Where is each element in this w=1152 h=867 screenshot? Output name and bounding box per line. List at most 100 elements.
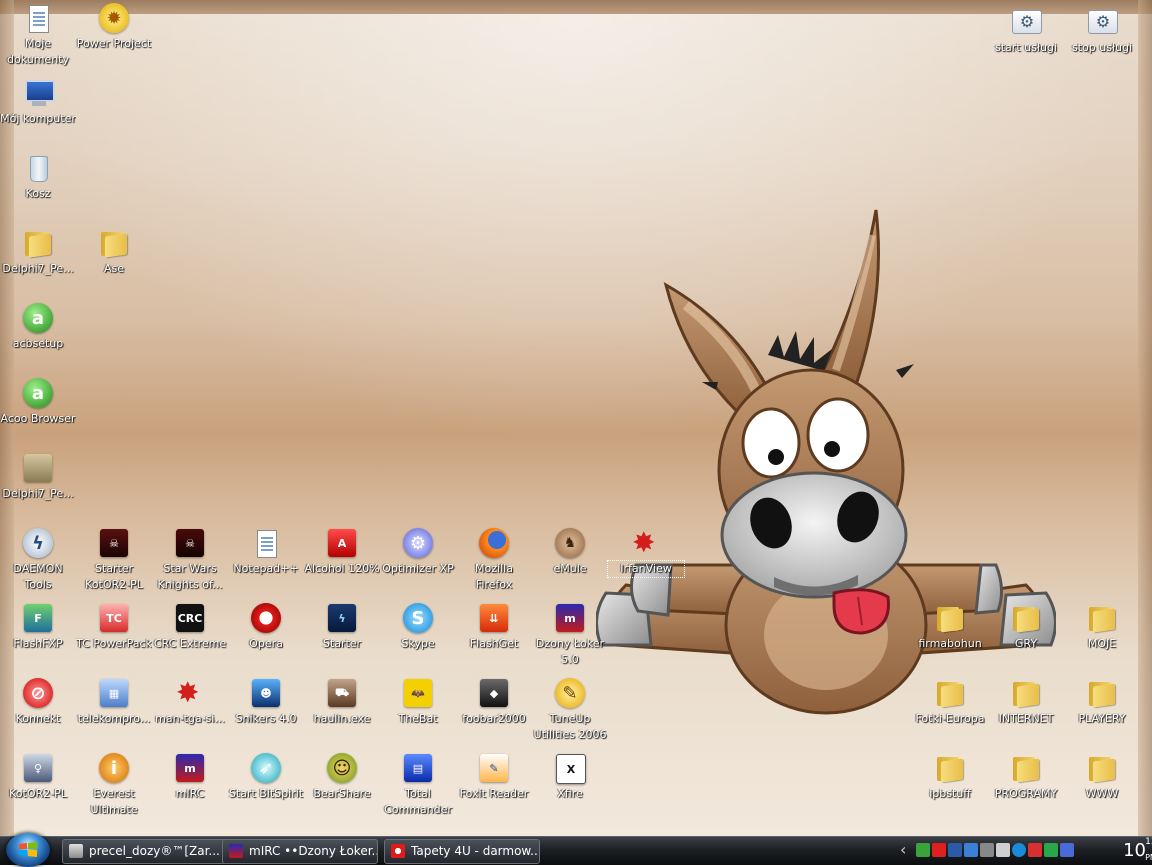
desktop-icon-playery[interactable]: PLAYERY [1064,677,1140,727]
desktop-icon-label: Delphi7_Pe... [2,487,74,500]
desktop-icon-label: Dzony Łoker 5.0 [535,637,605,666]
tray-network-icon[interactable] [916,843,930,857]
desktop-icon-label: telekompro... [77,712,151,725]
desktop-icon-moje-dokumenty[interactable]: Moje dokumenty [0,2,76,68]
tray-shield-icon[interactable] [1060,843,1074,857]
desktop-icon-everest[interactable]: i Everest Ultimate [76,752,152,818]
firefox-icon [479,528,509,558]
desktop-icon-delphi7-1[interactable]: Delphi7_Pe... [0,227,76,277]
desktop-icon-flashget[interactable]: ⇊ FlashGet [456,602,532,652]
desktop-icon-notepad-plus[interactable]: Notepad++ [228,527,304,577]
desktop-icon-starter[interactable]: ϟ Starter [304,602,380,652]
desktop-icon-flashfxp[interactable]: F FlashFXP [0,602,76,652]
taskbar-button-tapety[interactable]: Tapety 4U - darmow... [384,839,540,864]
tray-volume-icon[interactable] [948,843,962,857]
desktop-icon-ipbstuff[interactable]: ipbstuff [912,752,988,802]
clock-ampm: PM [1145,853,1152,862]
power-project-icon: ✹ [99,3,129,33]
bitspirit-icon: ➶ [251,753,281,783]
desktop-icon-daemon-tools[interactable]: ϟ DAEMON Tools [0,527,76,593]
desktop-icon-label: Ase [103,262,125,275]
taskbar-button-mirc[interactable]: mIRC ••Dzony Łoker... [222,839,378,864]
desktop-icon-label: Optimizer XP [382,562,454,575]
windows-logo-icon [19,842,37,857]
tray-green-app-icon[interactable] [1044,843,1058,857]
desktop-icon-man-tga[interactable]: ✸ man-tga-si... [152,677,228,727]
desktop-icon-label: Moje dokumenty [7,37,69,66]
desktop-icon-label: haulin.exe [313,712,371,725]
desktop-icon-programy[interactable]: PROGRAMY [988,752,1064,802]
desktop-icon-kotor2-pl[interactable]: ♀ KotOR2-PL [0,752,76,802]
notepad-icon [257,530,277,558]
desktop-icon-www[interactable]: WWW [1064,752,1140,802]
desktop-icon-ase[interactable]: Ase [76,227,152,277]
desktop-icon-firmabohun[interactable]: firmabohun [912,602,988,652]
desktop-icon-star-wars-knights[interactable]: ☠ Star Wars Knights of... [152,527,228,593]
desktop-icon-gry[interactable]: GRY [988,602,1064,652]
tray-bluetooth-icon[interactable] [964,843,978,857]
desktop-icon-start-uslugi[interactable]: ⚙ start usługi [988,6,1064,56]
desktop-icon-telekompro[interactable]: ▦ telekompro... [76,677,152,727]
folder-icon [1013,757,1039,783]
desktop-icon-bearshare[interactable]: ☺ BearShare [304,752,380,802]
desktop-icon-mirc[interactable]: m mIRC [152,752,228,802]
desktop-icon-foxit-reader[interactable]: ✎ Foxit Reader [456,752,532,802]
desktop-icon-total-commander[interactable]: ▤ Total Commander [380,752,456,818]
desktop-icon-power-project[interactable]: ✹ Power Project [76,2,152,52]
desktop-icon-starter-kotor2[interactable]: ☠ Starter KotOR2-PL [76,527,152,593]
desktop-icon-optimizer-xp[interactable]: ⚙ Optimizer XP [380,527,456,577]
desktop-icon-emule[interactable]: ♞ eMule [532,527,608,577]
desktop-icon-acbsetup[interactable]: a acbsetup [0,302,76,352]
folder-icon [1013,682,1039,708]
tray-check-icon[interactable] [1012,843,1026,857]
desktop-icon-xfire[interactable]: X Xfire [532,752,608,802]
folder-icon [937,607,963,633]
desktop-icon-label: FlashGet [469,637,519,650]
desktop-icon-opera[interactable]: Opera [228,602,304,652]
tray-expand-chevron-icon[interactable]: ‹ [900,840,906,859]
tray-alcohol-icon[interactable] [932,843,946,857]
foxit-icon: ✎ [480,754,508,782]
desktop-icon-label: Star Wars Knights of... [157,562,223,591]
desktop-icon-mozilla-firefox[interactable]: Mozilla Firefox [456,527,532,593]
desktop-icon-kosz[interactable]: Kosz [0,152,76,202]
tray-antivirus-icon[interactable] [1028,843,1042,857]
desktop-icon-moje[interactable]: MOJE [1064,602,1140,652]
desktop-icon-snikers[interactable]: ☻ Snikers 4.0 [228,677,304,727]
crc-icon: CRC [176,604,204,632]
info-icon: i [99,753,129,783]
taskbar-button-precel[interactable]: precel_dozy®™[Zar... [62,839,240,864]
desktop-icon-acoo-browser[interactable]: a Acoo Browser [0,377,76,427]
irfanview-splat-icon: ✸ [176,676,200,709]
taskbar-button-label: Tapety 4U - darmow... [411,844,540,858]
desktop-icon-tc-powerpack[interactable]: TC TC PowerPack [76,602,152,652]
desktop-icon-stop-uslugi[interactable]: ⚙ stop usługi [1064,6,1140,56]
desktop-icon-tuneup[interactable]: ✎ TuneUp Utilities 2006 [532,677,608,743]
start-button[interactable] [6,833,50,867]
desktop-icon-moj-komputer[interactable]: Mój komputer [0,77,76,127]
desktop-icon-alcohol-120[interactable]: A Alcohol 120% [304,527,380,577]
desktop-icon-bitspirit[interactable]: ➶ Start BitSpirit [228,752,304,802]
tray-monitor-icon[interactable] [996,843,1010,857]
desktop-icon-label: Power Project [76,37,152,50]
mirc-icon: m [176,754,204,782]
taskbar-clock[interactable]: 10 13 PM [1123,837,1152,863]
desktop-icon-irfanview[interactable]: ✸ IrfanView [607,527,685,578]
taskbar-button-label: mIRC ••Dzony Łoker... [249,844,378,858]
desktop-icon-thebat[interactable]: 🦇 TheBat [380,677,456,727]
desktop-icon-delphi7-2[interactable]: Delphi7_Pe... [0,452,76,502]
folder-icon [101,232,127,258]
tray-daemon-icon[interactable] [980,843,994,857]
desktop-icon-label: Alcohol 120% [304,562,380,575]
desktop-icon-konnekt[interactable]: ⊘ Konnekt [0,677,76,727]
desktop-icon-internet[interactable]: INTERNET [988,677,1064,727]
desktop-icon-dzony-loker[interactable]: m Dzony Łoker 5.0 [532,602,608,668]
foobar-icon: ◆ [480,679,508,707]
desktop-icon-crc-extreme[interactable]: CRC CRC Extreme [152,602,228,652]
desktop-icon-label: Starter KotOR2-PL [85,562,143,591]
desktop-icon-foobar2000[interactable]: ◆ foobar2000 [456,677,532,727]
desktop-icon-fotki-europa[interactable]: Fotki-Europa [912,677,988,727]
desktop-icon-skype[interactable]: S Skype [380,602,456,652]
desktop[interactable]: Moje dokumenty ✹ Power Project Mój kompu… [0,0,1152,836]
desktop-icon-haulin[interactable]: ⛟ haulin.exe [304,677,380,727]
